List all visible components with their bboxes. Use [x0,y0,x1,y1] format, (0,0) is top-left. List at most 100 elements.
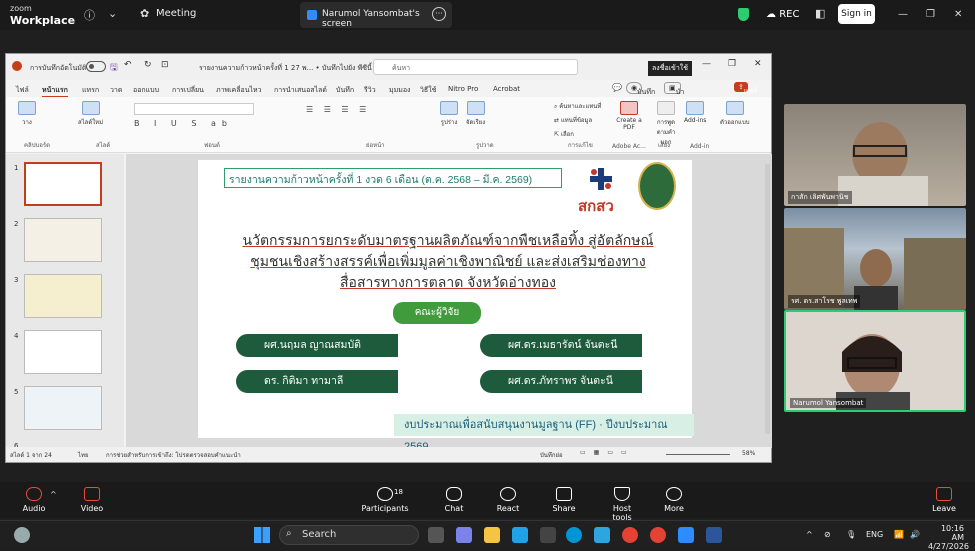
tab-insert[interactable]: แทรก [82,85,99,96]
addins-button[interactable]: Add-ins [684,101,706,124]
tab-review[interactable]: รีวิว [364,85,376,96]
slide-thumbnail-2[interactable] [24,218,102,262]
teams-button[interactable]: ▣ นำเสนอใน Teams [664,82,698,128]
undo-icon[interactable]: ↶ [124,60,132,70]
tab-draw[interactable]: วาด [110,85,122,96]
widgets-icon[interactable] [14,527,30,543]
tab-design[interactable]: ออกแบบ [133,85,159,96]
task-view-icon[interactable] [428,527,444,543]
ppt-signin-button[interactable]: ลงชื่อเข้าใช้ [648,61,692,76]
zoom-slider[interactable] [666,454,730,455]
zoom-level[interactable]: 58% [742,450,755,457]
chat-button[interactable]: Chat [440,487,468,513]
tab-slideshow[interactable]: การนำเสนอสไลด์ [274,85,327,96]
tab-help[interactable]: วิธีใช้ [420,85,436,96]
security-shield-icon[interactable] [738,8,749,21]
volume-icon[interactable]: 🔊 [910,530,920,539]
tab-animations[interactable]: ภาพเคลื่อนไหว [216,85,262,96]
font-format-buttons[interactable]: B I U S ab [134,119,233,128]
comments-icon[interactable]: 💬 [612,83,622,92]
signin-button[interactable]: Sign in [838,4,875,24]
paragraph-buttons[interactable]: ☰ ☰ ☰ ☰ [306,105,370,114]
language-indicator[interactable]: ไทย [78,450,89,460]
taskbar-search[interactable]: ⌕ Search [279,525,419,545]
more-options-icon[interactable]: ··· [432,7,446,21]
view-icon[interactable]: ◧ [815,7,825,20]
redo-icon[interactable]: ↻ [144,60,152,70]
designer-button[interactable]: ตัวออกแบบ [720,101,750,127]
outlook-icon[interactable] [706,527,722,543]
more-button[interactable]: More [660,487,688,513]
video-tile-2[interactable]: รศ. ดร.สาโรช พูลเทพ [784,208,966,310]
replace-button[interactable]: ⇄ แทนที่ข้อมูล [554,115,592,125]
chevron-down-icon[interactable]: ⌄ [108,7,117,20]
ppt-minimize-icon[interactable]: — [702,59,711,69]
info-icon[interactable]: ⓘ [84,7,95,23]
slideshow-icon[interactable]: ⊡ [161,60,169,70]
notes-button[interactable]: บันทึกย่อ [540,450,563,460]
tab-file[interactable]: ไฟล์ [16,85,29,96]
microphone-icon[interactable]: 🎙 [846,530,856,539]
create-pdf-button[interactable]: Create a PDF [616,101,642,131]
tray-icon[interactable]: ⊘ [824,530,831,539]
select-button[interactable]: ⇱ เลือก [554,129,574,139]
video-tile-3-active-speaker[interactable]: Narumol Yansombat [784,310,966,412]
recording-indicator[interactable]: ☁ REC [766,9,799,20]
restore-icon[interactable]: ❐ [926,9,935,20]
arrange-button[interactable]: จัดเรียง [466,101,485,127]
share-button[interactable]: ⇪ แชร์ [734,82,757,95]
tab-acrobat[interactable]: Acrobat [493,85,520,93]
slide[interactable]: รายงานความก้าวหน้าครั้งที่ 1 งวด 6 เดือน… [198,160,694,453]
autosave-label: การบันทึกอัตโนมัติ [30,64,87,72]
leave-button[interactable]: Leave [930,487,958,513]
teams-icon[interactable] [456,527,472,543]
audio-options-chevron-icon[interactable]: ^ [50,490,57,499]
new-slide-button[interactable]: สไลด์ใหม่ [78,101,103,127]
slide-thumbnail-5[interactable] [24,386,102,430]
slide-thumbnail-3[interactable] [24,274,102,318]
slide-thumbnail-4[interactable] [24,330,102,374]
react-button[interactable]: React [494,487,522,513]
store-icon[interactable] [540,527,556,543]
language-indicator[interactable]: ENG [866,530,883,539]
tab-view[interactable]: มุมมอง [389,85,410,96]
view-buttons[interactable]: ▭▦▭▭ [580,449,635,456]
meeting-label[interactable]: Meeting [156,8,196,19]
find-button[interactable]: ⌕ ค้นหาและแทนที่ [554,101,601,111]
font-name-select[interactable] [134,103,254,115]
save-icon[interactable]: 🖫 [110,60,118,76]
edge-icon[interactable] [512,527,528,543]
tray-chevron-icon[interactable]: ^ [806,530,813,539]
record-button[interactable]: ◉ บันทึก [626,82,655,96]
zoom-icon[interactable] [678,527,694,543]
chrome-icon[interactable] [622,527,638,543]
app-icon[interactable] [594,527,610,543]
tab-record[interactable]: บันทึก [336,85,354,96]
shapes-button[interactable]: รูปร่าง [440,101,458,127]
minimize-icon[interactable]: — [898,9,908,20]
chrome-profile-icon[interactable] [650,527,666,543]
clock[interactable]: 10:16 AM 4/27/2026 [928,524,969,551]
screen-share-tab[interactable]: Narumol Yansombat's screen ··· [300,2,452,29]
close-icon[interactable]: ✕ [954,9,962,20]
paste-button[interactable]: วาง [18,101,36,127]
video-button[interactable]: Video [80,487,104,513]
share-screen-button[interactable]: Share [550,487,578,513]
file-title[interactable]: รายงานความก้าวหน้าครั้งที่ 1 27 พ... • บ… [199,63,372,74]
autosave-toggle[interactable] [86,61,106,72]
hp-icon[interactable] [566,527,582,543]
tab-transitions[interactable]: การเปลี่ยน [172,85,204,96]
host-tools-button[interactable]: Host tools [602,487,642,522]
vertical-scrollbar[interactable] [765,164,770,434]
slide-thumbnail-1[interactable] [24,162,102,206]
video-tile-1[interactable]: กาสัก เลิศพันพานิช [784,104,966,206]
file-explorer-icon[interactable] [484,527,500,543]
ppt-restore-icon[interactable]: ❐ [728,59,736,69]
audio-button[interactable]: Audio [22,487,46,513]
network-icon[interactable]: 📶 [894,530,904,539]
windows-start-icon[interactable] [254,527,270,543]
accessibility-status[interactable]: การช่วยสำหรับการเข้าถึง: โปรดตรวจสอบคำแน… [106,450,241,460]
ppt-close-icon[interactable]: ✕ [754,59,762,69]
tab-nitro[interactable]: Nitro Pro [448,85,478,93]
search-box[interactable]: ค้นหา [373,59,578,75]
